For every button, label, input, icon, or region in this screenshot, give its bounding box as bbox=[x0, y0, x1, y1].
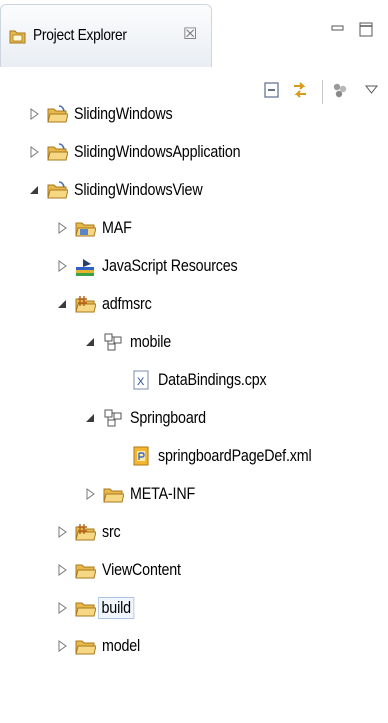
toolbar-separator bbox=[322, 80, 323, 104]
view-menu-icon[interactable] bbox=[362, 80, 382, 100]
package-icon bbox=[102, 331, 124, 353]
tree-item-label: model bbox=[102, 636, 141, 655]
tree-item-label: SlidingWindowsApplication bbox=[74, 142, 241, 161]
collapsed-arrow-icon[interactable] bbox=[56, 602, 68, 614]
tree-item-label: JavaScript Resources bbox=[102, 256, 238, 275]
tree-item-label: Springboard bbox=[130, 408, 206, 427]
view-tab[interactable]: Project Explorer ☒ bbox=[0, 4, 212, 67]
tree-item-springboard[interactable]: Springboard bbox=[84, 398, 220, 438]
xml-file-icon: X bbox=[130, 369, 152, 391]
expanded-arrow-icon[interactable] bbox=[56, 298, 68, 310]
collapsed-arrow-icon[interactable] bbox=[56, 260, 68, 272]
tree-item-springboardpagedef-xml[interactable]: springboardPageDef.xml bbox=[112, 436, 341, 476]
tree-item-label: MAF bbox=[102, 218, 132, 237]
project-explorer-view: Project Explorer ☒ SlidingWindows Slidin… bbox=[0, 0, 388, 723]
project-folder-icon bbox=[46, 179, 68, 201]
collapsed-arrow-icon[interactable] bbox=[28, 146, 40, 158]
no-arrow-spacer bbox=[112, 374, 124, 386]
tree-item-label: SlidingWindowsView bbox=[74, 180, 203, 199]
source-folder-icon bbox=[74, 293, 96, 315]
tree-item-label: ViewContent bbox=[102, 560, 181, 579]
tree-item-adfmsrc[interactable]: adfmsrc bbox=[56, 284, 161, 324]
folder-icon bbox=[74, 559, 96, 581]
tree-item-slidingwindows[interactable]: SlidingWindows bbox=[28, 94, 191, 134]
collapse-all-icon[interactable] bbox=[262, 80, 282, 100]
tree-item-javascript-resources[interactable]: JavaScript Resources bbox=[56, 246, 263, 286]
folder-icon bbox=[102, 483, 124, 505]
collapsed-arrow-icon[interactable] bbox=[28, 108, 40, 120]
javascript-resources-icon bbox=[74, 255, 96, 277]
tree-item-label: DataBindings.cpx bbox=[158, 370, 267, 389]
tree-item-meta-inf[interactable]: META-INF bbox=[84, 474, 207, 514]
minimize-icon[interactable] bbox=[330, 20, 346, 38]
tree-item-model[interactable]: model bbox=[56, 626, 147, 666]
project-folder-icon bbox=[46, 103, 68, 125]
expanded-arrow-icon[interactable] bbox=[28, 184, 40, 196]
folder-icon bbox=[74, 635, 96, 657]
project-explorer-icon bbox=[9, 27, 27, 45]
collapsed-arrow-icon[interactable] bbox=[56, 526, 68, 538]
tree-item-slidingwindowsview[interactable]: SlidingWindowsView bbox=[28, 170, 227, 210]
close-icon[interactable]: ☒ bbox=[183, 24, 197, 44]
tree-item-slidingwindowsapplication[interactable]: SlidingWindowsApplication bbox=[28, 132, 272, 172]
tree-item-maf[interactable]: MAF bbox=[56, 208, 137, 248]
view-title: Project Explorer bbox=[33, 27, 127, 44]
package-icon bbox=[102, 407, 124, 429]
tree-item-label: springboardPageDef.xml bbox=[158, 446, 312, 465]
link-with-editor-icon[interactable] bbox=[290, 80, 310, 100]
collapsed-arrow-icon[interactable] bbox=[84, 488, 96, 500]
maf-folder-icon bbox=[74, 217, 96, 239]
project-folder-icon bbox=[46, 141, 68, 163]
expanded-arrow-icon[interactable] bbox=[84, 412, 96, 424]
tree-item-label: src bbox=[102, 522, 121, 541]
tree-item-build[interactable]: build bbox=[56, 588, 140, 628]
tree-item-databindings-cpx[interactable]: X DataBindings.cpx bbox=[112, 360, 287, 400]
maximize-icon[interactable] bbox=[358, 20, 374, 38]
collapsed-arrow-icon[interactable] bbox=[56, 640, 68, 652]
no-arrow-spacer bbox=[112, 450, 124, 462]
svg-text:X: X bbox=[137, 376, 145, 388]
tree-item-label: build bbox=[98, 597, 135, 619]
collapsed-arrow-icon[interactable] bbox=[56, 222, 68, 234]
tree-item-src[interactable]: src bbox=[56, 512, 124, 552]
folder-icon bbox=[74, 597, 96, 619]
page-def-file-icon bbox=[130, 445, 152, 467]
expanded-arrow-icon[interactable] bbox=[84, 336, 96, 348]
source-folder-icon bbox=[74, 521, 96, 543]
focus-on-active-task-icon[interactable] bbox=[330, 80, 350, 100]
collapsed-arrow-icon[interactable] bbox=[56, 564, 68, 576]
tree-item-label: SlidingWindows bbox=[74, 104, 173, 123]
tree-item-label: META-INF bbox=[130, 484, 196, 503]
tree-item-mobile[interactable]: mobile bbox=[84, 322, 179, 362]
tree-item-label: adfmsrc bbox=[102, 294, 152, 313]
tree-item-label: mobile bbox=[130, 332, 172, 351]
tree-item-viewcontent[interactable]: ViewContent bbox=[56, 550, 196, 590]
